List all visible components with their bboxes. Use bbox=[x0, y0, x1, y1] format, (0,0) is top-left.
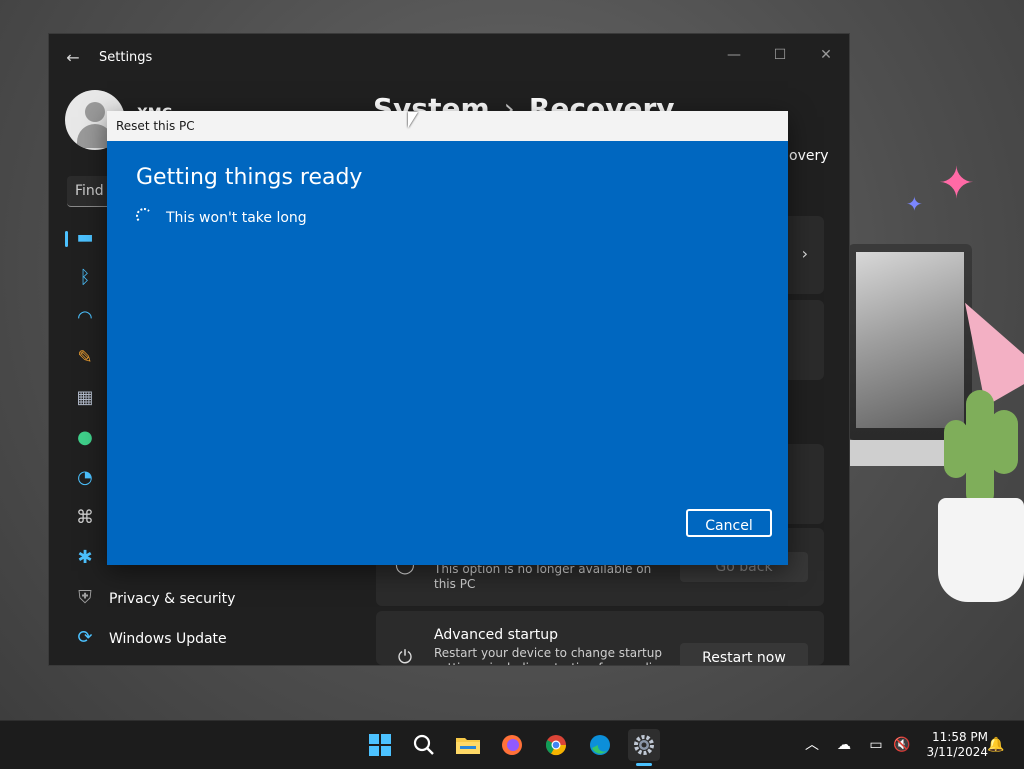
loading-spinner-icon bbox=[136, 208, 152, 224]
maximize-icon[interactable]: ☐ bbox=[757, 40, 803, 70]
chrome-icon[interactable] bbox=[540, 729, 572, 761]
clock-time: 11:58 PM bbox=[932, 730, 988, 744]
chevron-right-icon: › bbox=[801, 244, 808, 263]
notification-bell-icon[interactable]: 🔔 bbox=[986, 735, 1006, 755]
dialog-message: This won't take long bbox=[166, 210, 307, 226]
settings-icon[interactable] bbox=[628, 729, 660, 761]
time-language-icon[interactable]: ◔ bbox=[73, 466, 97, 490]
advanced-startup-card: ⏻ Advanced startup Restart your device t… bbox=[376, 611, 824, 665]
file-explorer-icon[interactable] bbox=[452, 729, 484, 761]
minimize-icon[interactable]: — bbox=[711, 40, 757, 70]
system-icon[interactable]: ▬ bbox=[73, 226, 97, 250]
clock-date: 3/11/2024 bbox=[926, 745, 988, 759]
taskbar: ︿ ☁ ▭ 🔇 11:58 PM 3/11/2024 🔔 bbox=[0, 720, 1024, 769]
search-icon[interactable] bbox=[408, 729, 440, 761]
shield-icon[interactable]: ⛨ bbox=[73, 586, 97, 610]
wifi-icon[interactable]: ◠ bbox=[73, 306, 97, 330]
restart-now-button[interactable]: Restart now bbox=[680, 643, 808, 665]
cancel-button[interactable]: Cancel bbox=[686, 509, 772, 537]
header-partial-text: overy bbox=[789, 148, 829, 164]
clock[interactable]: 11:58 PM 3/11/2024 bbox=[916, 730, 988, 760]
dialog-title: Reset this PC bbox=[116, 119, 195, 133]
wallpaper-cactus-arm bbox=[944, 420, 968, 478]
sidebar-item-privacy-security[interactable]: Privacy & security bbox=[109, 591, 235, 607]
active-app-indicator bbox=[636, 763, 652, 766]
chevron-up-icon[interactable]: ︿ bbox=[802, 735, 822, 755]
mouse-cursor-icon bbox=[408, 112, 418, 128]
firefox-icon[interactable] bbox=[496, 729, 528, 761]
accounts-icon[interactable]: ● bbox=[73, 426, 97, 450]
gaming-icon[interactable]: ⌘ bbox=[73, 506, 97, 530]
pink-sparkle-icon: ✦ bbox=[938, 158, 975, 209]
wallpaper-plant-pot bbox=[938, 498, 1024, 602]
dialog-titlebar[interactable]: Reset this PC bbox=[107, 111, 788, 141]
bluetooth-icon[interactable]: ᛒ bbox=[73, 266, 97, 290]
advanced-startup-icon: ⏻ bbox=[397, 647, 413, 665]
close-icon[interactable]: ✕ bbox=[803, 40, 849, 70]
personalization-brush-icon[interactable]: ✎ bbox=[73, 346, 97, 370]
volume-muted-icon[interactable]: 🔇 bbox=[892, 735, 912, 755]
advanced-startup-description: Restart your device to change startup se… bbox=[434, 646, 665, 665]
start-icon[interactable] bbox=[364, 729, 396, 761]
onedrive-icon[interactable]: ☁ bbox=[834, 735, 854, 755]
advanced-startup-title: Advanced startup bbox=[434, 627, 558, 643]
reset-pc-dialog: Reset this PC Getting things ready This … bbox=[107, 111, 788, 565]
settings-titlebar[interactable]: ← Settings — ☐ ✕ bbox=[49, 34, 849, 82]
window-title: Settings bbox=[99, 50, 153, 65]
edge-icon[interactable] bbox=[584, 729, 616, 761]
blue-sparkle-icon: ✦ bbox=[906, 192, 923, 216]
back-arrow-icon[interactable]: ← bbox=[63, 48, 83, 68]
dialog-heading: Getting things ready bbox=[136, 165, 363, 190]
accessibility-icon[interactable]: ✱ bbox=[73, 546, 97, 570]
apps-icon[interactable]: ▦ bbox=[73, 386, 97, 410]
wallpaper-cactus-arm bbox=[990, 410, 1018, 474]
nav-selection-indicator bbox=[65, 231, 68, 247]
network-icon[interactable]: ▭ bbox=[866, 735, 886, 755]
windows-update-icon[interactable]: ⟳ bbox=[73, 626, 97, 650]
sidebar-item-windows-update[interactable]: Windows Update bbox=[109, 631, 227, 647]
go-back-description: This option is no longer available on th… bbox=[434, 562, 652, 591]
